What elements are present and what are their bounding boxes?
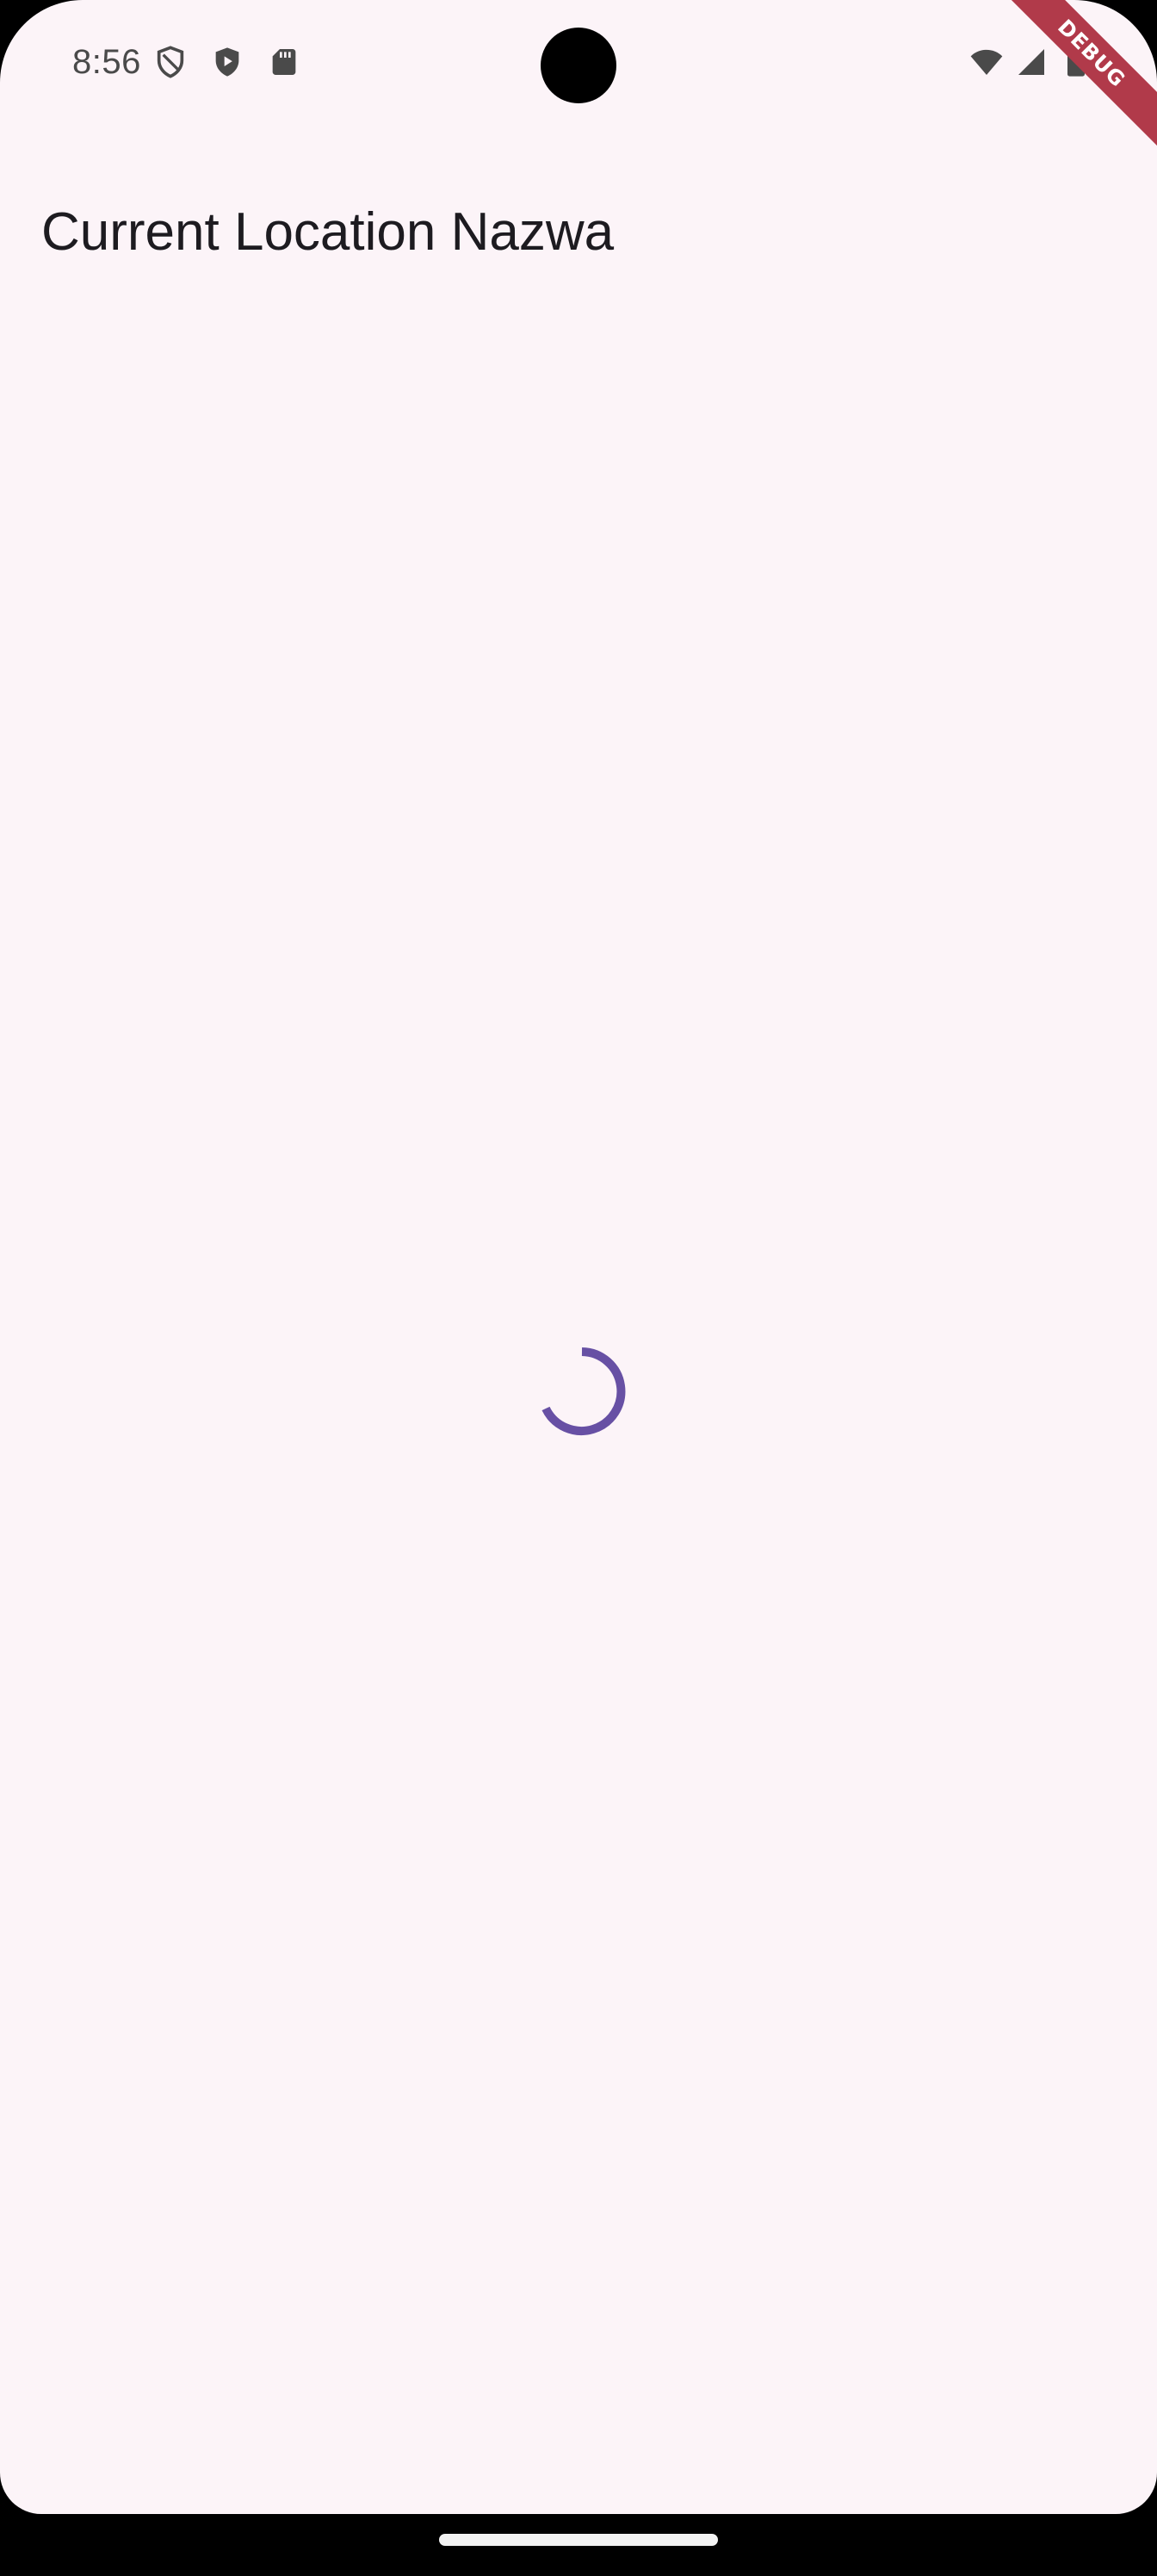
wifi-icon	[970, 49, 1003, 75]
status-bar: 8:56 DEBUG	[0, 0, 1157, 158]
page-title: Current Location Nazwa	[41, 201, 615, 262]
sd-card-icon	[272, 49, 296, 75]
app-bar: Current Location Nazwa	[0, 129, 1157, 274]
camera-cutout	[541, 28, 616, 103]
loading-spinner	[541, 1347, 626, 1435]
debug-banner-label: DEBUG	[1053, 15, 1130, 92]
status-time: 8:56	[72, 43, 141, 81]
shield-outline-icon	[157, 46, 184, 78]
app-screen: 8:56 DEBUG Current Location Nazwa	[0, 0, 1157, 2514]
gesture-handle[interactable]	[439, 2534, 718, 2546]
shield-play-icon	[215, 47, 239, 77]
signal-icon	[1018, 49, 1044, 75]
